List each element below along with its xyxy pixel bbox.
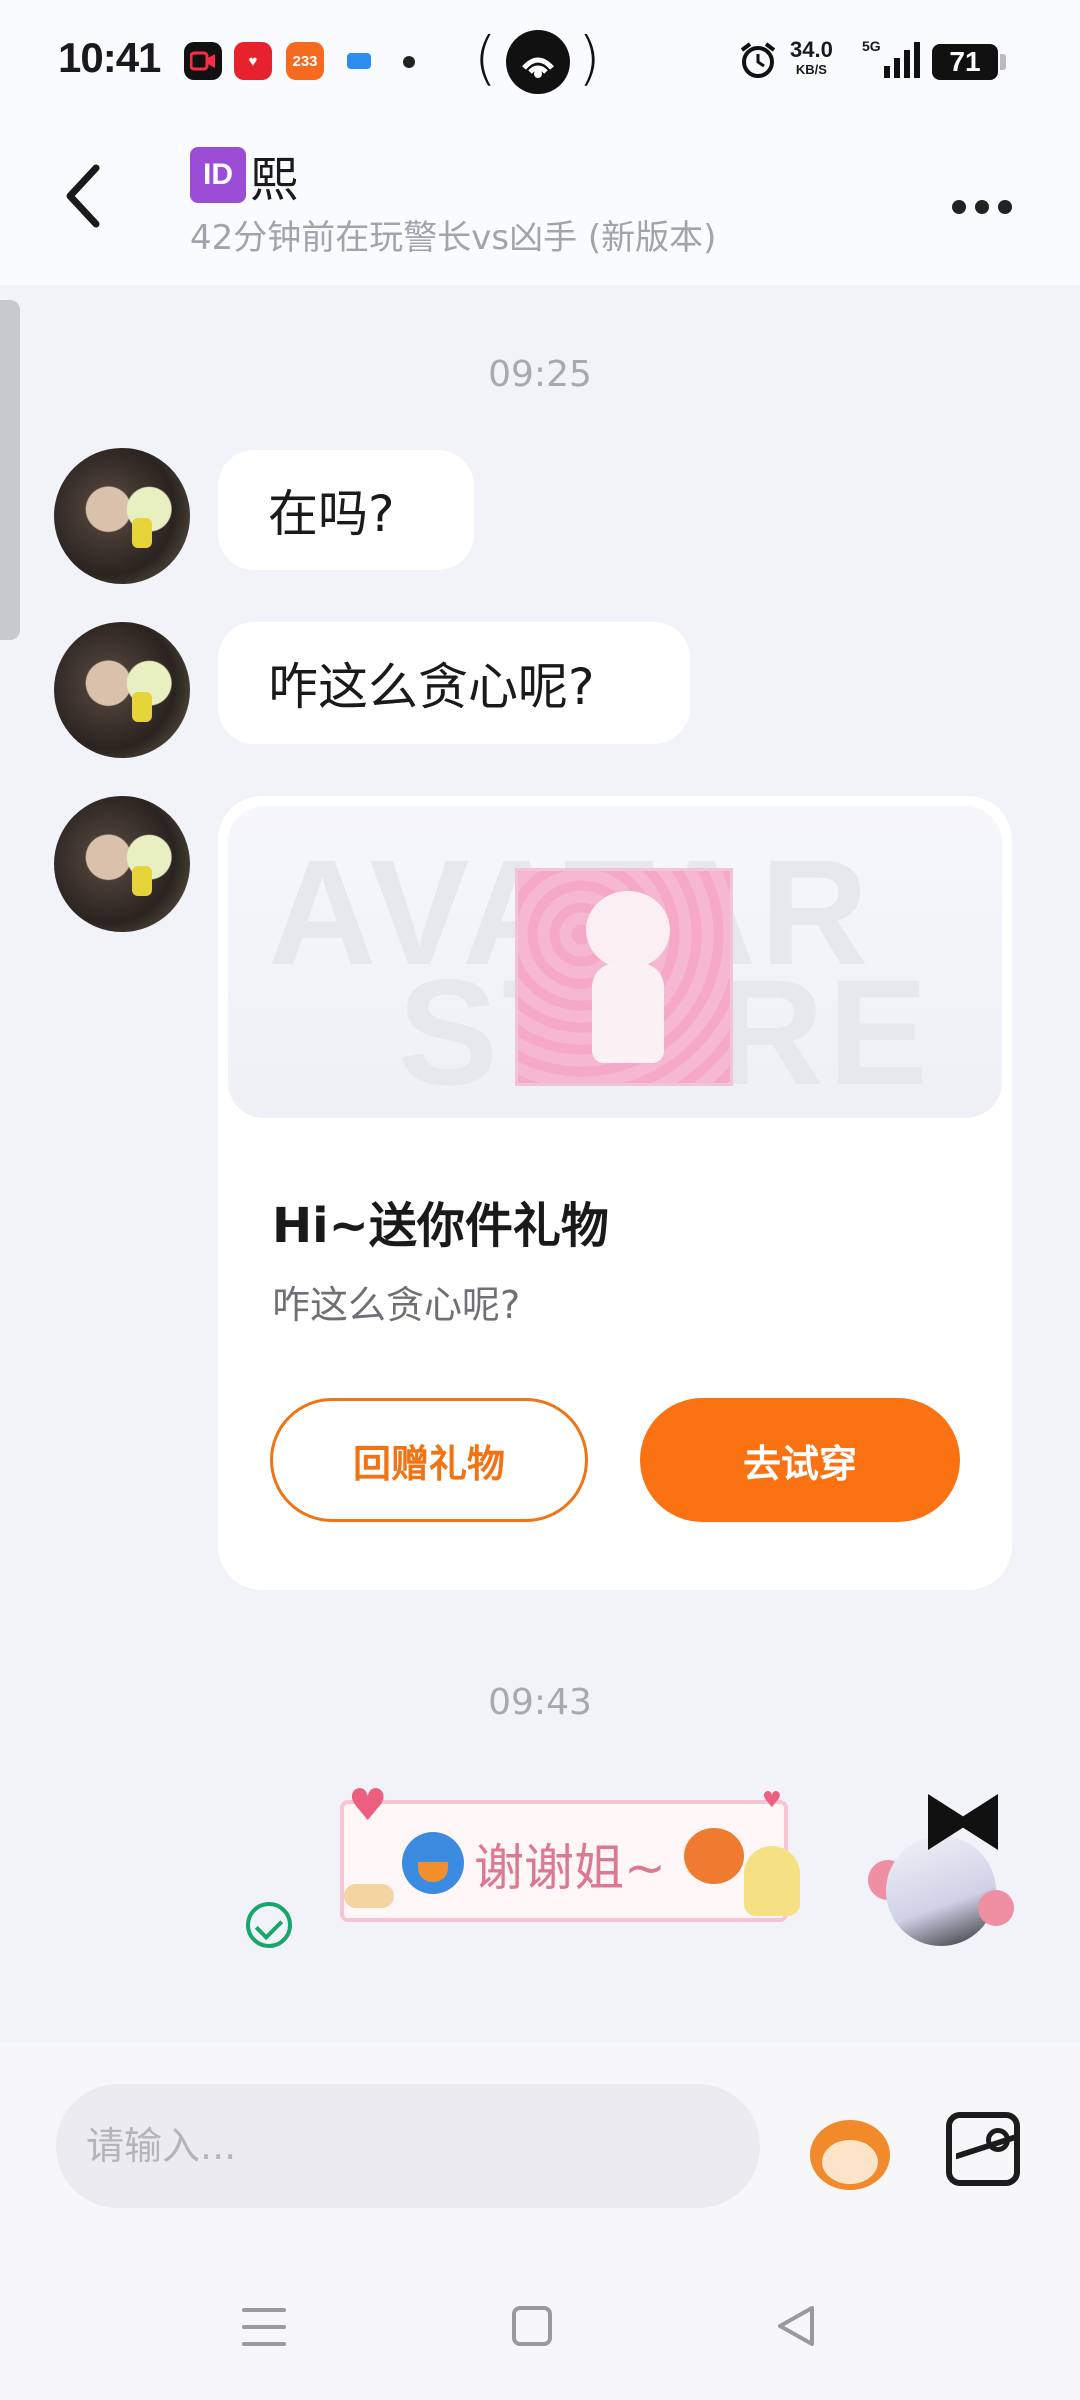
blue-app-icon: [340, 42, 378, 80]
sent-check-icon: [246, 1902, 292, 1948]
side-drawer-handle[interactable]: [0, 300, 20, 640]
id-badge-icon: ID: [190, 147, 246, 203]
broken-heart-icon: ♥: [348, 1780, 388, 1831]
video-app-icon: [184, 42, 222, 80]
return-gift-button[interactable]: 回赠礼物: [270, 1398, 588, 1522]
more-button[interactable]: [952, 192, 1022, 222]
contact-avatar[interactable]: [54, 448, 190, 584]
message-bubble[interactable]: 咋这么贪心呢?: [218, 622, 690, 744]
monkey-face-sticker-icon: [684, 1828, 744, 1884]
sticker-text: 谢谢姐~: [474, 1839, 666, 1897]
status-bar: 10:41 ♥ 233 ( ) 34.0 KB/S 5G 71: [0, 0, 1080, 120]
gift-title: Hi~送你件礼物: [272, 1198, 609, 1254]
contact-avatar[interactable]: [54, 796, 190, 932]
hotspot-indicator: ( ): [474, 24, 601, 94]
notification-dot-icon: [403, 56, 415, 68]
gift-banner: AVATAR STORE: [228, 806, 1002, 1118]
emoji-button[interactable]: [802, 2108, 898, 2194]
gift-description: 咋这么贪心呢?: [272, 1283, 521, 1327]
input-bar: [0, 2042, 1080, 2222]
try-on-button[interactable]: 去试穿: [640, 1398, 960, 1522]
image-icon[interactable]: [946, 2112, 1020, 2186]
battery-icon: 71: [932, 44, 1006, 80]
message-input[interactable]: [56, 2084, 760, 2208]
hotspot-icon: [506, 30, 570, 94]
status-time: 10:41: [58, 34, 161, 81]
nav-menu-icon[interactable]: [242, 2308, 286, 2348]
back-arrow-icon: [66, 164, 100, 228]
contact-name: 熙: [250, 152, 299, 208]
speed-value: 34.0: [790, 37, 833, 62]
speed-unit: KB/S: [795, 62, 827, 77]
gift-card[interactable]: AVATAR STORE Hi~送你件礼物 咋这么贪心呢? 回赠礼物 去试穿: [218, 796, 1012, 1590]
network-speed: 34.0 KB/S: [790, 37, 833, 80]
chat-title[interactable]: ID 熙: [190, 140, 298, 210]
my-avatar[interactable]: [868, 1790, 1014, 1958]
girl-sticker-icon: [744, 1846, 800, 1916]
ice-cream-icon: [344, 1884, 394, 1908]
alarm-icon: [738, 40, 778, 84]
sticker-message[interactable]: ♥ ♥ 谢谢姐~: [340, 1780, 800, 1922]
signal-icon: 5G: [862, 38, 920, 84]
contact-status: 42分钟前在玩警长vs凶手 (新版本): [190, 218, 717, 258]
blue-face-sticker-icon: [402, 1832, 464, 1894]
timestamp: 09:43: [488, 1682, 592, 1723]
message-text: 在吗?: [268, 485, 395, 543]
chat-header: ID 熙 42分钟前在玩警长vs凶手 (新版本): [0, 120, 1080, 285]
message-text: 咋这么贪心呢?: [268, 658, 595, 716]
heart-icon: ♥: [762, 1788, 782, 1813]
back-button[interactable]: [62, 164, 122, 244]
game-233-icon: 233: [286, 42, 324, 80]
contact-avatar[interactable]: [54, 622, 190, 758]
nav-home-icon[interactable]: [512, 2306, 552, 2346]
nav-back-icon[interactable]: [776, 2304, 816, 2348]
network-type: 5G: [862, 38, 881, 54]
system-nav-bar: [0, 2222, 1080, 2400]
message-bubble[interactable]: 在吗?: [218, 450, 474, 570]
timestamp: 09:25: [488, 354, 592, 395]
gift-image[interactable]: [515, 868, 733, 1086]
more-icon: [952, 200, 966, 214]
heart-app-icon: ♥: [234, 42, 272, 80]
